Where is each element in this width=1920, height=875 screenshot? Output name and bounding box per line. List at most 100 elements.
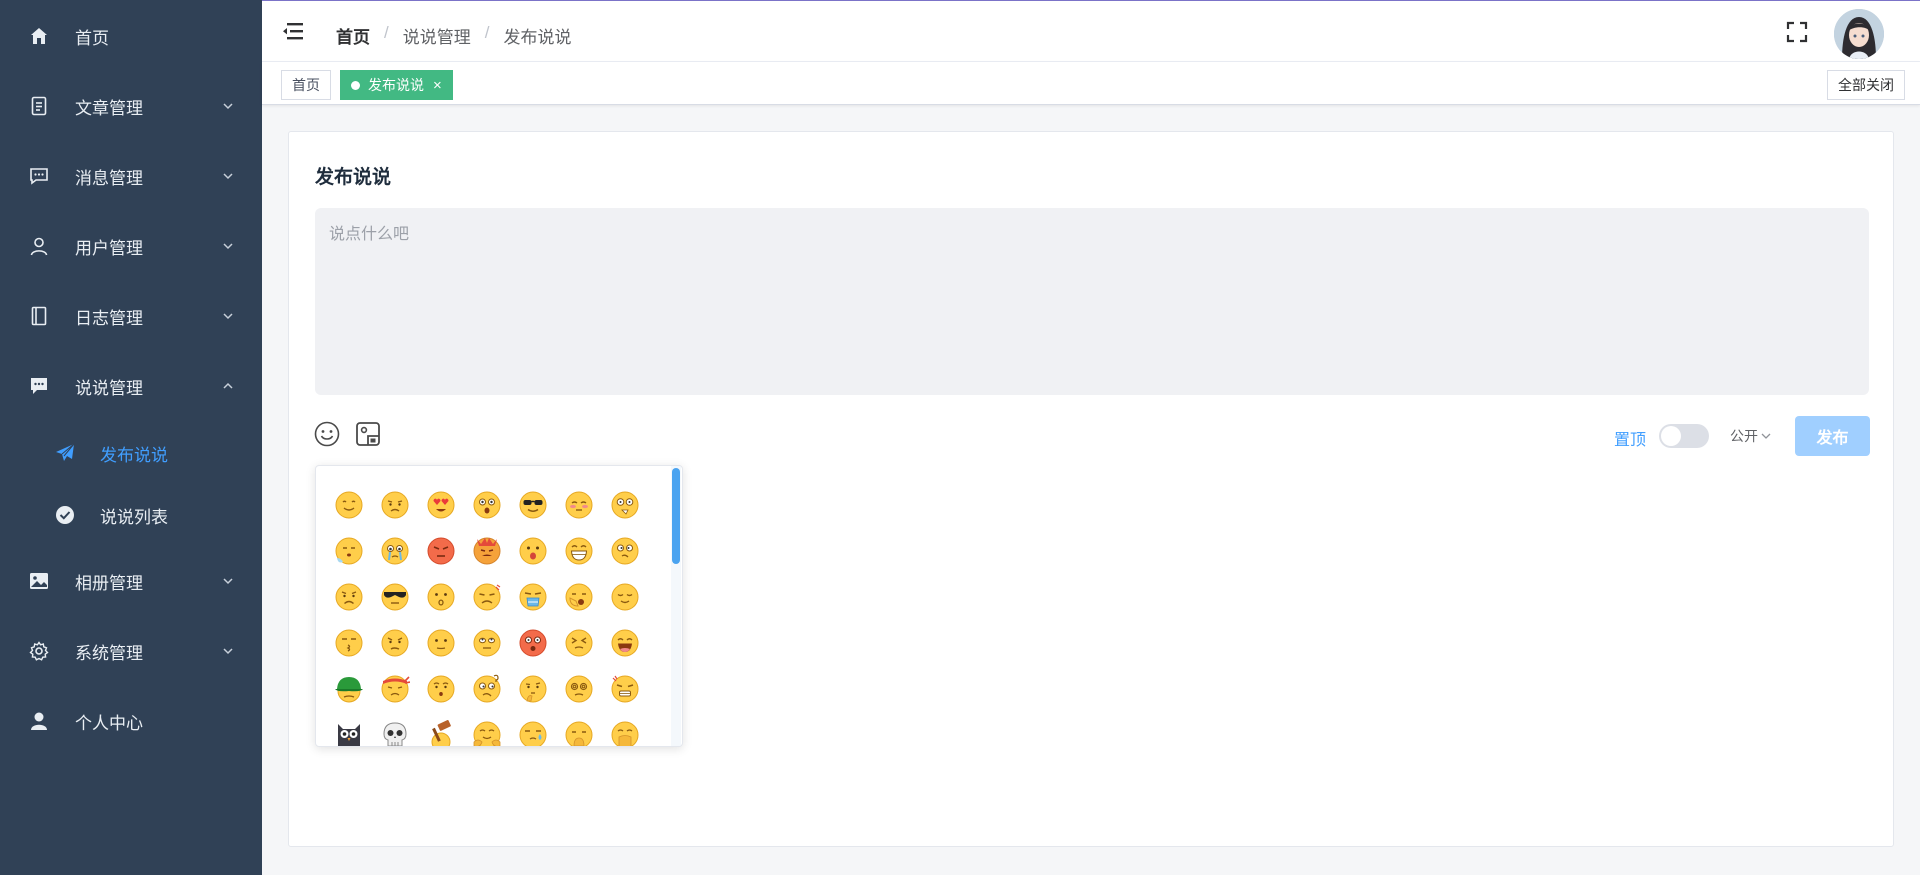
emoji-puzzled-icon[interactable]	[464, 666, 510, 712]
emoji-pout-icon[interactable]	[418, 574, 464, 620]
send-icon	[54, 442, 76, 464]
fullscreen-icon[interactable]	[1786, 21, 1808, 43]
sidebar-subitem-label: 说说列表	[100, 507, 168, 527]
sidebar-item-label: 相册管理	[75, 573, 143, 593]
emoji-content-icon[interactable]	[602, 574, 648, 620]
emoji-thinking-icon[interactable]	[510, 666, 556, 712]
sidebar-item-label: 文章管理	[75, 98, 143, 118]
tag-label: 发布说说	[368, 77, 424, 93]
sidebar-item-logs[interactable]: 日志管理	[0, 281, 262, 351]
top-navbar: 首页 / 说说管理 / 发布说说	[262, 0, 1920, 62]
sidebar-item-label: 用户管理	[75, 238, 143, 258]
emoji-sad-icon[interactable]	[326, 574, 372, 620]
emoji-grimace-icon[interactable]	[602, 666, 648, 712]
emoji-hug-icon[interactable]	[464, 712, 510, 746]
home-icon	[28, 25, 50, 47]
sidebar-item-label: 消息管理	[75, 168, 143, 188]
emoji-angry-red-icon[interactable]	[418, 528, 464, 574]
emoji-sunglasses-icon[interactable]	[510, 482, 556, 528]
card-title: 发布说说	[315, 167, 392, 188]
emoji-owl-icon[interactable]	[326, 712, 372, 746]
image-upload-icon[interactable]	[354, 420, 382, 448]
emoji-dizzy-icon[interactable]	[602, 528, 648, 574]
gear-icon	[28, 640, 50, 662]
sidebar-item-articles[interactable]: 文章管理	[0, 71, 262, 141]
breadcrumb-item: 发布说说	[503, 28, 572, 47]
pin-top-label: 置顶	[1614, 432, 1647, 449]
emoji-neutral-icon[interactable]	[418, 620, 464, 666]
sidebar-subitem-publish-talk[interactable]: 发布说说	[0, 422, 262, 484]
sidebar-subitem-label: 发布说说	[100, 445, 168, 465]
emoji-sweat-icon[interactable]	[510, 712, 556, 746]
emoji-confused-icon[interactable]	[372, 620, 418, 666]
person-icon	[28, 710, 50, 732]
visibility-dropdown[interactable]: 公开	[1730, 426, 1772, 446]
chevron-down-icon	[223, 313, 233, 320]
emoji-shocked-icon[interactable]	[464, 482, 510, 528]
emoji-laugh-icon[interactable]	[602, 620, 648, 666]
sidebar-subitem-talk-list[interactable]: 说说列表	[0, 484, 262, 546]
emoji-squint-icon[interactable]	[556, 620, 602, 666]
pin-top-switch[interactable]	[1659, 424, 1709, 448]
emoji-shy-icon[interactable]	[556, 482, 602, 528]
sidebar-item-system[interactable]: 系统管理	[0, 616, 262, 686]
emoji-eye-roll-icon[interactable]	[464, 620, 510, 666]
emoji-surprised-icon[interactable]	[510, 528, 556, 574]
sidebar-item-messages[interactable]: 消息管理	[0, 141, 262, 211]
avatar[interactable]	[1834, 9, 1884, 59]
emoji-skull-icon[interactable]	[372, 712, 418, 746]
emoji-furious-icon[interactable]	[464, 528, 510, 574]
chevron-down-icon	[223, 173, 233, 180]
breadcrumb-item[interactable]: 首页	[336, 23, 370, 48]
emoji-sleepy-icon[interactable]	[326, 528, 372, 574]
publish-button[interactable]: 发布	[1795, 416, 1870, 456]
tag-publish-talk[interactable]: 发布说说 ×	[340, 70, 453, 100]
emoji-shh-icon[interactable]	[556, 712, 602, 746]
sidebar-item-label: 系统管理	[75, 643, 143, 663]
switch-knob	[1661, 426, 1681, 446]
emoji-yawn-icon[interactable]	[556, 574, 602, 620]
emoji-grid	[326, 482, 648, 746]
emoji-cool-icon[interactable]	[372, 574, 418, 620]
sidebar-item-home[interactable]: 首页	[0, 1, 262, 71]
emoji-grin-icon[interactable]	[556, 528, 602, 574]
tags-view: 首页 发布说说 × 全部关闭	[262, 62, 1920, 105]
active-dot-icon	[351, 80, 360, 90]
emoji-wail-icon[interactable]	[510, 574, 556, 620]
chevron-down-icon	[1761, 433, 1771, 439]
sidebar-item-profile[interactable]: 个人中心	[0, 686, 262, 756]
close-icon[interactable]: ×	[433, 77, 442, 94]
close-all-button[interactable]: 全部关闭	[1827, 70, 1905, 100]
emoji-green-hat-icon[interactable]	[326, 666, 372, 712]
menu-fold-icon[interactable]	[282, 21, 304, 41]
talk-content-input[interactable]	[315, 208, 1869, 395]
sidebar-item-albums[interactable]: 相册管理	[0, 546, 262, 616]
tag-home[interactable]: 首页	[281, 70, 331, 100]
close-all-label: 全部关闭	[1838, 77, 1894, 93]
tag-label: 首页	[292, 77, 320, 93]
emoji-cover-mouth-icon[interactable]	[602, 712, 648, 746]
user-icon	[28, 235, 50, 257]
sidebar-item-label: 说说管理	[75, 378, 143, 398]
emoji-stunned-icon[interactable]	[602, 482, 648, 528]
emoji-icon[interactable]	[313, 420, 341, 448]
emoji-scared-icon[interactable]	[510, 620, 556, 666]
chevron-down-icon	[223, 648, 233, 655]
breadcrumb: 首页 / 说说管理 / 发布说说	[336, 23, 571, 48]
emoji-kiss-icon[interactable]	[326, 620, 372, 666]
emoji-smile-icon[interactable]	[326, 482, 372, 528]
emoji-scrollbar-thumb[interactable]	[672, 468, 680, 564]
emoji-heart-eyes-icon[interactable]	[418, 482, 464, 528]
emoji-fighting-icon[interactable]	[372, 666, 418, 712]
emoji-whistle-icon[interactable]	[418, 666, 464, 712]
sidebar-item-users[interactable]: 用户管理	[0, 211, 262, 281]
emoji-frown-icon[interactable]	[372, 482, 418, 528]
emoji-crying-icon[interactable]	[372, 528, 418, 574]
emoji-spiral-eyes-icon[interactable]	[556, 666, 602, 712]
emoji-hammer-icon[interactable]	[418, 712, 464, 746]
chevron-down-icon	[223, 243, 233, 250]
emoji-annoyed-icon[interactable]	[464, 574, 510, 620]
sidebar-item-talks[interactable]: 说说管理	[0, 351, 262, 421]
document-icon	[28, 95, 50, 117]
picture-icon	[28, 570, 50, 592]
